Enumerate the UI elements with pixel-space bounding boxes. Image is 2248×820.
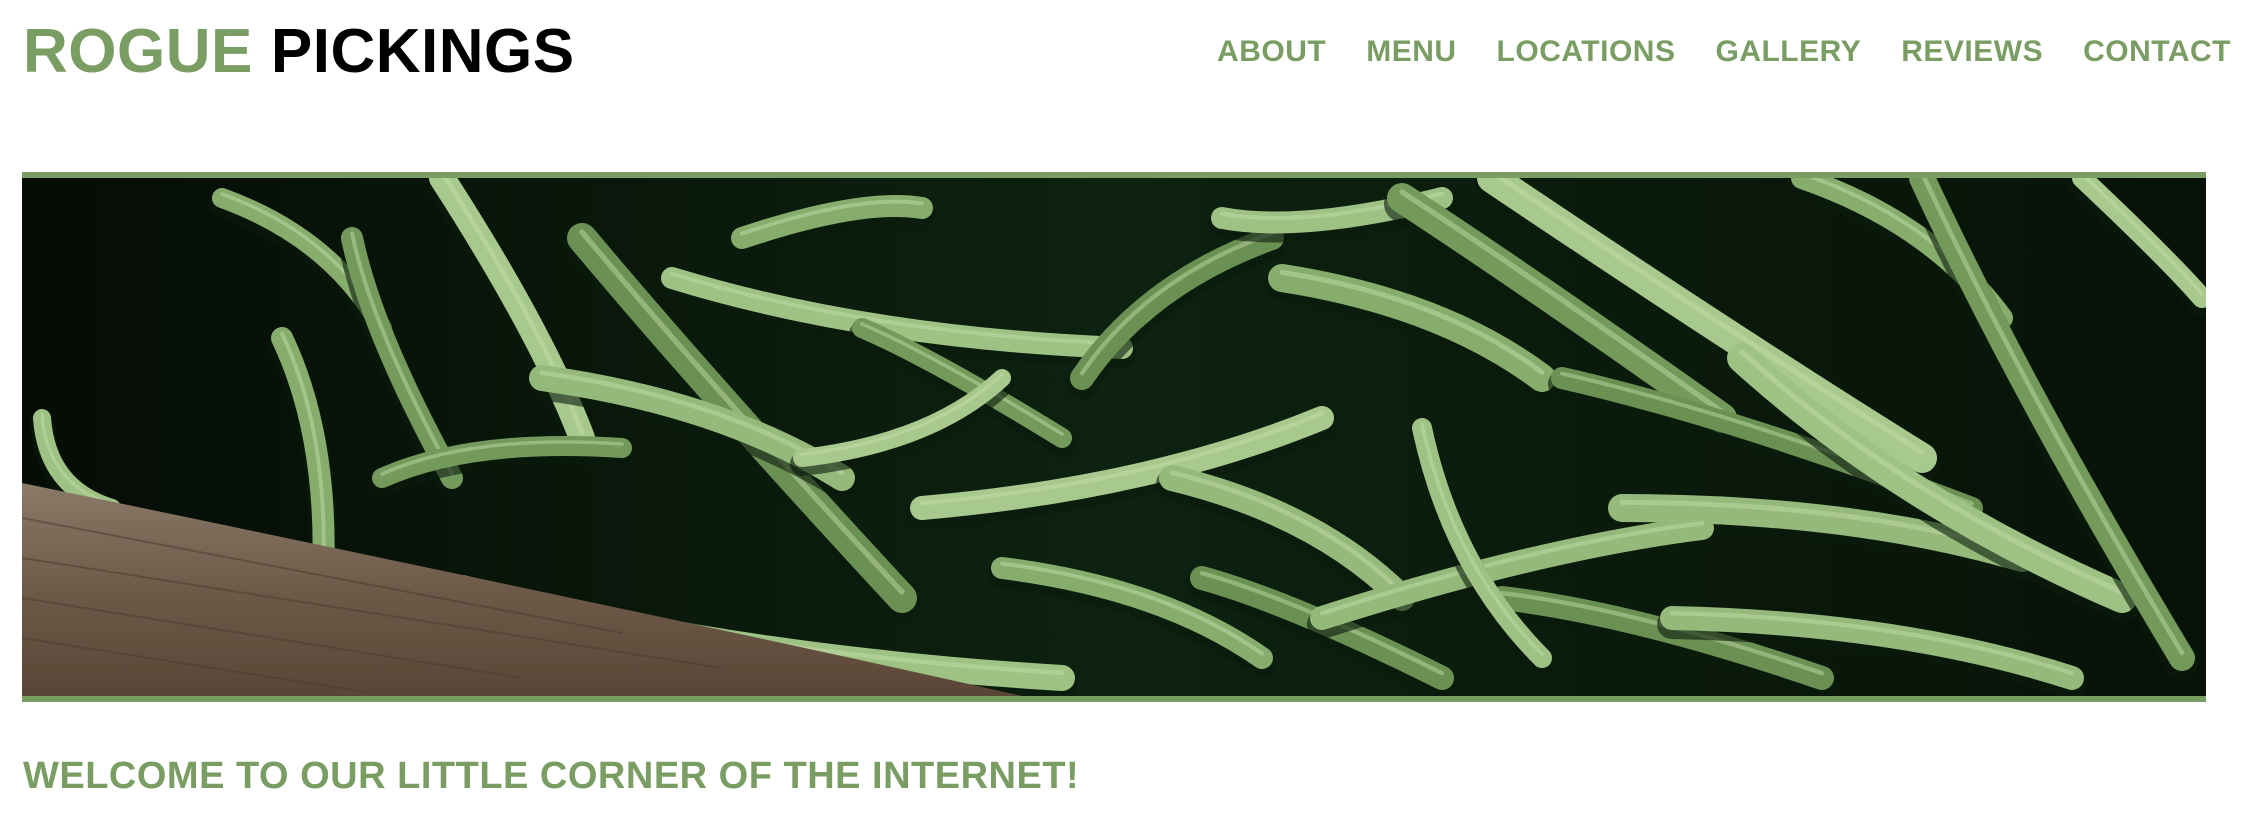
site-logo[interactable]: ROGUE PICKINGS (23, 16, 575, 88)
nav-item-menu[interactable]: MENU (1366, 32, 1456, 72)
nav-item-about[interactable]: ABOUT (1217, 32, 1326, 72)
hero-banner-image (22, 172, 2206, 702)
main-nav: ABOUT MENU LOCATIONS GALLERY REVIEWS CON… (1217, 32, 2231, 72)
nav-item-reviews[interactable]: REVIEWS (1901, 32, 2043, 72)
nav-item-locations[interactable]: LOCATIONS (1497, 32, 1676, 72)
logo-word-rogue: ROGUE (23, 17, 253, 86)
nav-item-gallery[interactable]: GALLERY (1715, 32, 1861, 72)
welcome-heading: WELCOME TO OUR LITTLE CORNER OF THE INTE… (23, 755, 1080, 797)
logo-word-pickings: PICKINGS (270, 17, 575, 86)
nav-item-contact[interactable]: CONTACT (2083, 32, 2231, 72)
green-beans-illustration (22, 178, 2206, 696)
